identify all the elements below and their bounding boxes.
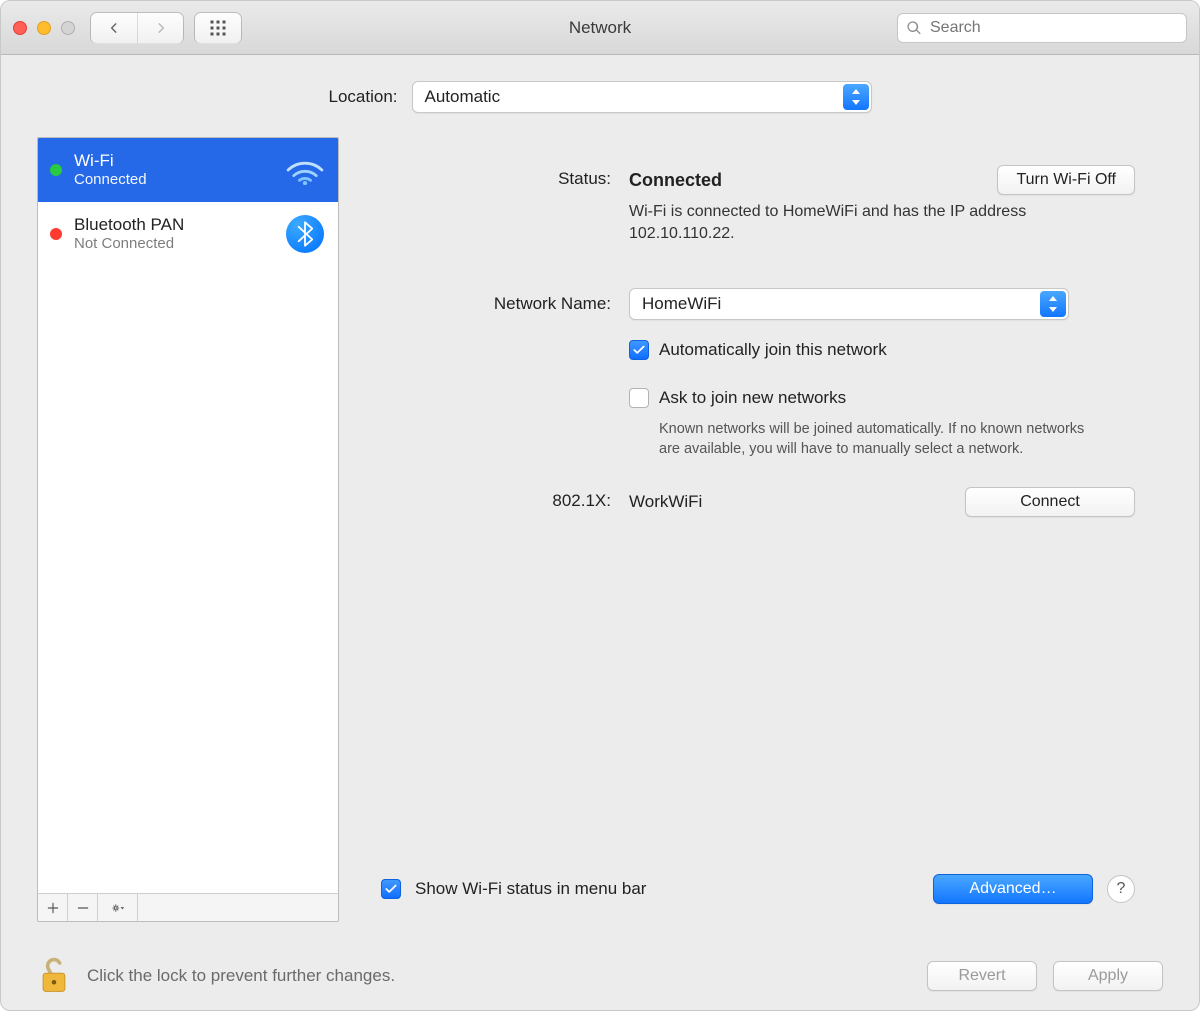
dot1x-connect-button[interactable]: Connect	[965, 487, 1135, 517]
service-actions-menu[interactable]	[98, 894, 138, 921]
revert-button[interactable]: Revert	[927, 961, 1037, 991]
window-controls	[13, 21, 75, 35]
detail-footer: Show Wi-Fi status in menu bar Advanced… …	[381, 874, 1135, 904]
network-prefs-window: Network Location: Automatic	[0, 0, 1200, 1011]
help-button[interactable]: ?	[1107, 875, 1135, 903]
network-name-value: HomeWiFi	[642, 294, 721, 314]
service-name: Bluetooth PAN	[74, 215, 272, 235]
wifi-icon	[284, 155, 326, 185]
chevron-right-icon	[154, 21, 168, 35]
lock-open-icon	[37, 955, 71, 995]
dot1x-value: WorkWiFi	[629, 492, 702, 512]
body: Location: Automatic Wi-Fi Connected	[1, 55, 1199, 942]
auto-join-checkbox[interactable]	[629, 340, 649, 360]
titlebar: Network	[1, 1, 1199, 55]
gear-icon	[111, 901, 125, 915]
auto-join-label: Automatically join this network	[659, 340, 887, 360]
grid-icon	[209, 19, 227, 37]
lock-button[interactable]	[37, 955, 71, 998]
chevron-left-icon	[107, 21, 121, 35]
show-menubar-label: Show Wi-Fi status in menu bar	[415, 879, 646, 899]
nav-back-forward	[91, 13, 183, 43]
service-item-bluetooth-pan[interactable]: Bluetooth PAN Not Connected	[38, 202, 338, 266]
status-dot-icon	[50, 228, 62, 240]
advanced-button[interactable]: Advanced…	[933, 874, 1093, 904]
popup-caret-icon	[1040, 291, 1066, 317]
status-value: Connected	[629, 170, 722, 191]
remove-service-button[interactable]	[68, 894, 98, 921]
auto-join-checkbox-row: Automatically join this network	[629, 340, 1135, 360]
wifi-toggle-button[interactable]: Turn Wi-Fi Off	[997, 165, 1135, 195]
minimize-window-button[interactable]	[37, 21, 51, 35]
detail-pane: Status: Connected Turn Wi-Fi Off Wi-Fi i…	[361, 137, 1163, 922]
service-status: Not Connected	[74, 235, 272, 252]
sidebar-footer	[38, 893, 338, 921]
ask-join-label: Ask to join new networks	[659, 388, 846, 408]
status-description: Wi-Fi is connected to HomeWiFi and has t…	[629, 201, 1069, 244]
check-icon	[384, 882, 398, 896]
bottom-bar: Click the lock to prevent further change…	[1, 942, 1199, 1010]
ask-join-description: Known networks will be joined automatica…	[659, 420, 1089, 459]
close-window-button[interactable]	[13, 21, 27, 35]
zoom-window-button	[61, 21, 75, 35]
forward-button[interactable]	[137, 13, 183, 43]
location-label: Location:	[329, 87, 398, 107]
services-sidebar: Wi-Fi Connected	[37, 137, 339, 922]
location-popup[interactable]: Automatic	[412, 81, 872, 113]
search-input[interactable]	[928, 18, 1178, 38]
search-field[interactable]	[897, 13, 1187, 43]
show-menubar-checkbox[interactable]	[381, 879, 401, 899]
apply-button[interactable]: Apply	[1053, 961, 1163, 991]
service-status: Connected	[74, 171, 272, 188]
show-all-button[interactable]	[195, 13, 241, 43]
ask-join-checkbox-row: Ask to join new networks	[629, 388, 1135, 408]
columns: Wi-Fi Connected	[37, 137, 1163, 922]
network-name-label: Network Name:	[381, 254, 611, 314]
status-dot-icon	[50, 164, 62, 176]
service-item-wifi[interactable]: Wi-Fi Connected	[38, 138, 338, 202]
plus-icon	[46, 901, 60, 915]
ask-join-checkbox[interactable]	[629, 388, 649, 408]
add-service-button[interactable]	[38, 894, 68, 921]
location-value: Automatic	[425, 87, 501, 107]
search-icon	[906, 20, 922, 36]
services-list[interactable]: Wi-Fi Connected	[38, 138, 338, 893]
back-button[interactable]	[91, 13, 137, 43]
service-name: Wi-Fi	[74, 151, 272, 171]
location-row: Location: Automatic	[37, 81, 1163, 113]
bluetooth-icon	[284, 215, 326, 253]
minus-icon	[76, 901, 90, 915]
status-label: Status:	[381, 165, 611, 189]
check-icon	[632, 343, 646, 357]
popup-caret-icon	[843, 84, 869, 110]
lock-text: Click the lock to prevent further change…	[87, 966, 395, 986]
dot1x-label: 802.1X:	[381, 469, 611, 511]
network-name-popup[interactable]: HomeWiFi	[629, 288, 1069, 320]
